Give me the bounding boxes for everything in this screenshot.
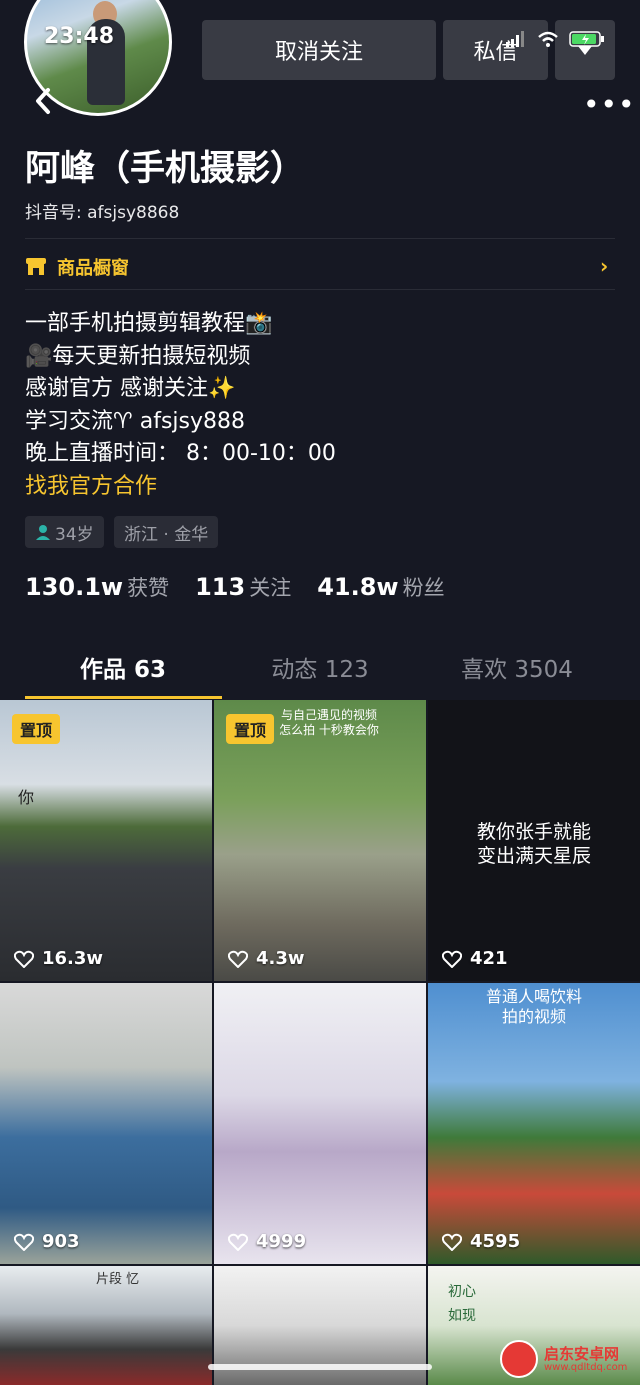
chevron-right-icon[interactable]: › <box>600 254 608 278</box>
stat-likes: 130.1w 获赞 <box>25 573 170 601</box>
tab-underline <box>25 696 222 699</box>
wifi-icon <box>538 31 558 47</box>
video-overlay-text: 片段 忆 <box>96 1272 140 1287</box>
status-icons <box>505 30 605 48</box>
bio-line: 晚上直播时间： 8：00-10：00 <box>25 441 336 466</box>
location-tag: 浙江 · 金华 <box>114 516 219 548</box>
watermark-url: www.qdltdq.com <box>544 1361 628 1373</box>
video-overlay-text: 与自己遇见的视频 怎么拍 十秒教会你 <box>279 708 379 737</box>
stat-followers[interactable]: 41.8w 粉丝 <box>317 572 444 602</box>
watermark: 启东安卓网 www.qdltdq.com <box>500 1340 627 1378</box>
pinned-badge: 置顶 <box>12 714 61 744</box>
video-thumbnail[interactable]: 置顶 与自己遇见的视频 怎么拍 十秒教会你 4.3w <box>214 700 426 981</box>
tab-works[interactable]: 作品 63 <box>18 650 228 684</box>
stat-following[interactable]: 113 关注 <box>195 572 291 602</box>
video-overlay-text: 教你张手就能 变出满天星辰 <box>476 821 591 867</box>
bio-line: 感谢官方 感谢关注✨ <box>25 376 236 401</box>
video-thumbnail[interactable]: 片段 忆 <box>0 1266 212 1385</box>
watermark-title: 启东安卓网 <box>544 1344 620 1363</box>
signal-icon <box>506 31 524 47</box>
tab-likes[interactable]: 喜欢 3504 <box>412 650 622 684</box>
profile-name: 阿峰（手机摄影） <box>25 149 306 189</box>
like-count: 16.3w <box>14 948 103 969</box>
pinned-badge: 置顶 <box>226 714 275 744</box>
like-count: 903 <box>14 1231 80 1252</box>
video-thumbnail[interactable]: 4999 <box>214 983 426 1264</box>
shop-label: 商品橱窗 <box>57 258 129 279</box>
home-indicator <box>208 1364 432 1370</box>
video-overlay-text: 初心 如现 <box>448 1284 476 1324</box>
more-dots-icon[interactable]: ••• <box>583 88 636 121</box>
heart-icon <box>14 950 34 968</box>
like-count: 4.3w <box>228 948 305 969</box>
video-thumbnail[interactable]: 置顶 你 16.3w <box>0 700 212 981</box>
bio-line: 🎥每天更新拍摄短视频 <box>25 343 251 369</box>
unfollow-button[interactable]: 取消关注 <box>202 20 436 80</box>
cooperation-link[interactable]: 找我官方合作 <box>25 471 336 504</box>
like-count: 421 <box>442 948 508 969</box>
battery-icon <box>569 31 604 47</box>
like-count: 4595 <box>442 1231 520 1252</box>
tab-activity[interactable]: 动态 123 <box>215 650 425 684</box>
profile-tabs: 作品 63 动态 123 喜欢 3504 <box>0 650 640 700</box>
store-icon <box>26 258 46 275</box>
video-overlay-text: 普通人喝饮料 拍的视频 <box>485 987 582 1026</box>
divider <box>25 238 615 239</box>
message-button[interactable]: 私信 <box>443 20 548 80</box>
bio-line: 一部手机拍摄剪辑教程📸 <box>25 311 273 336</box>
bio: 一部手机拍摄剪辑教程📸 🎥每天更新拍摄短视频 感谢官方 感谢关注✨ 学习交流♈ … <box>25 308 336 503</box>
person-icon <box>36 525 50 540</box>
like-count: 4999 <box>228 1231 306 1252</box>
shop-window-link[interactable]: 商品橱窗 <box>25 254 129 280</box>
watermark-logo <box>500 1340 538 1378</box>
age-text: 34岁 <box>55 524 94 545</box>
video-thumbnail[interactable]: 普通人喝饮料 拍的视频 4595 <box>428 983 640 1264</box>
status-time: 23:48 <box>44 24 115 49</box>
bio-line: 学习交流♈ afsjsy888 <box>25 408 245 434</box>
heart-icon <box>228 950 248 968</box>
douyin-id: 抖音号: afsjsy8868 <box>25 203 180 223</box>
heart-icon <box>442 950 462 968</box>
expand-button[interactable] <box>555 20 615 80</box>
heart-icon <box>442 1233 462 1251</box>
heart-icon <box>14 1233 34 1251</box>
back-chevron-icon[interactable] <box>32 86 54 124</box>
stats: 130.1w 获赞 113 关注 41.8w 粉丝 <box>25 572 445 602</box>
video-thumbnail[interactable]: 教你张手就能 变出满天星辰 421 <box>428 700 640 981</box>
heart-icon <box>228 1233 248 1251</box>
divider <box>25 289 615 290</box>
video-overlay-text: 你 <box>18 788 35 807</box>
age-tag: 34岁 <box>25 516 104 548</box>
video-thumbnail[interactable]: 903 <box>0 983 212 1264</box>
